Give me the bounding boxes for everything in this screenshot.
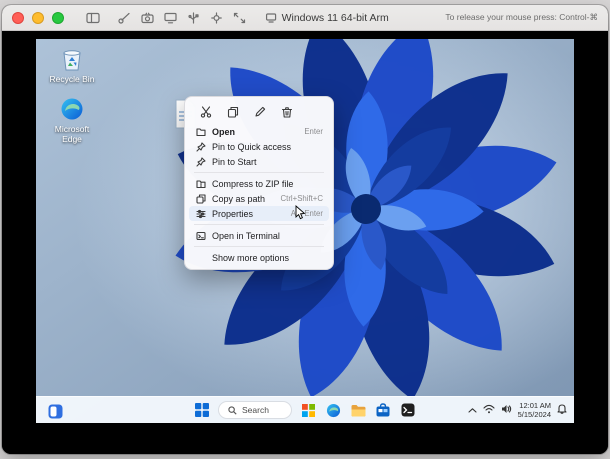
menu-item-properties[interactable]: Properties Alt+Enter xyxy=(189,206,329,221)
search-placeholder: Search xyxy=(242,405,269,415)
start-button[interactable] xyxy=(193,401,211,419)
windows-desktop[interactable]: Recycle Bin Microsoft Edge xyxy=(36,39,574,423)
menu-item-copy-as-path[interactable]: Copy as path Ctrl+Shift+C xyxy=(189,191,329,206)
minimize-button[interactable] xyxy=(32,12,44,24)
desktop-icon-recycle-bin[interactable]: Recycle Bin xyxy=(44,45,100,85)
desktop-icon-label: Recycle Bin xyxy=(50,75,95,85)
library-icon[interactable] xyxy=(86,12,100,24)
taskbar-center: Search xyxy=(193,397,417,423)
delete-icon[interactable] xyxy=(280,105,294,119)
open-icon xyxy=(195,126,206,137)
menu-separator xyxy=(194,172,324,173)
zip-icon xyxy=(195,178,206,189)
search-input[interactable]: Search xyxy=(218,401,292,419)
volume-icon[interactable] xyxy=(501,401,512,419)
mouse-release-hint: To release your mouse press: Control-⌘ xyxy=(445,5,598,30)
window-title-group: Windows 11 64-bit Arm xyxy=(266,5,389,30)
vm-window: Windows 11 64-bit Arm To release your mo… xyxy=(2,5,608,454)
menu-item-pin-to-start[interactable]: Pin to Start xyxy=(189,154,329,169)
terminal-app-icon[interactable] xyxy=(399,401,417,419)
quick-actions-row xyxy=(189,101,329,124)
settings-gear-icon[interactable] xyxy=(210,12,223,24)
hidden-icons-chevron[interactable] xyxy=(468,401,477,419)
menu-separator xyxy=(194,246,324,247)
recycle-bin-icon xyxy=(58,45,86,73)
menu-item-compress-to-zip[interactable]: Compress to ZIP file xyxy=(189,176,329,191)
properties-icon xyxy=(195,208,206,219)
vm-display-area: Recycle Bin Microsoft Edge xyxy=(2,31,608,454)
copy-path-icon xyxy=(195,193,206,204)
system-tray: 12:01 AM 5/15/2024 xyxy=(468,397,567,423)
vm-monitor-icon xyxy=(266,13,277,23)
cut-icon[interactable] xyxy=(199,105,213,119)
edge-taskbar-icon[interactable] xyxy=(324,401,342,419)
vm-toolbar xyxy=(118,12,246,24)
display-icon[interactable] xyxy=(164,12,177,24)
menu-item-open-in-terminal[interactable]: Open in Terminal xyxy=(189,228,329,243)
pin-icon xyxy=(195,141,206,152)
pin-start-icon xyxy=(195,156,206,167)
titlebar[interactable]: Windows 11 64-bit Arm To release your mo… xyxy=(2,5,608,31)
usb-icon[interactable] xyxy=(187,12,200,24)
microsoft-365-icon[interactable] xyxy=(299,401,317,419)
clock-date: 5/15/2024 xyxy=(518,410,551,419)
wrench-icon[interactable] xyxy=(118,12,131,24)
copy-icon[interactable] xyxy=(226,105,240,119)
network-icon[interactable] xyxy=(483,401,495,419)
edge-icon xyxy=(58,95,86,123)
close-button[interactable] xyxy=(12,12,24,24)
desktop-icon-label: Microsoft Edge xyxy=(44,125,100,145)
menu-item-open[interactable]: Open Enter xyxy=(189,124,329,139)
desktop-icon-microsoft-edge[interactable]: Microsoft Edge xyxy=(44,95,100,145)
taskbar: Search xyxy=(36,396,574,423)
menu-item-show-more-options[interactable]: Show more options xyxy=(189,250,329,265)
taskbar-clock[interactable]: 12:01 AM 5/15/2024 xyxy=(518,401,551,420)
more-options-icon xyxy=(195,252,206,263)
traffic-lights xyxy=(12,12,64,24)
terminal-icon xyxy=(195,230,206,241)
fullscreen-icon[interactable] xyxy=(233,12,246,24)
menu-item-pin-to-quick-access[interactable]: Pin to Quick access xyxy=(189,139,329,154)
widgets-icon[interactable] xyxy=(46,402,64,420)
window-title: Windows 11 64-bit Arm xyxy=(282,12,389,24)
rename-icon[interactable] xyxy=(253,105,267,119)
notification-bell-icon[interactable] xyxy=(557,401,567,419)
store-icon[interactable] xyxy=(374,401,392,419)
context-menu: Open Enter Pin to Quick access Pin to St… xyxy=(184,96,334,270)
snapshot-camera-icon[interactable] xyxy=(141,12,154,24)
clock-time: 12:01 AM xyxy=(518,401,551,410)
zoom-button[interactable] xyxy=(52,12,64,24)
mouse-cursor xyxy=(295,205,306,225)
file-explorer-icon[interactable] xyxy=(349,401,367,419)
